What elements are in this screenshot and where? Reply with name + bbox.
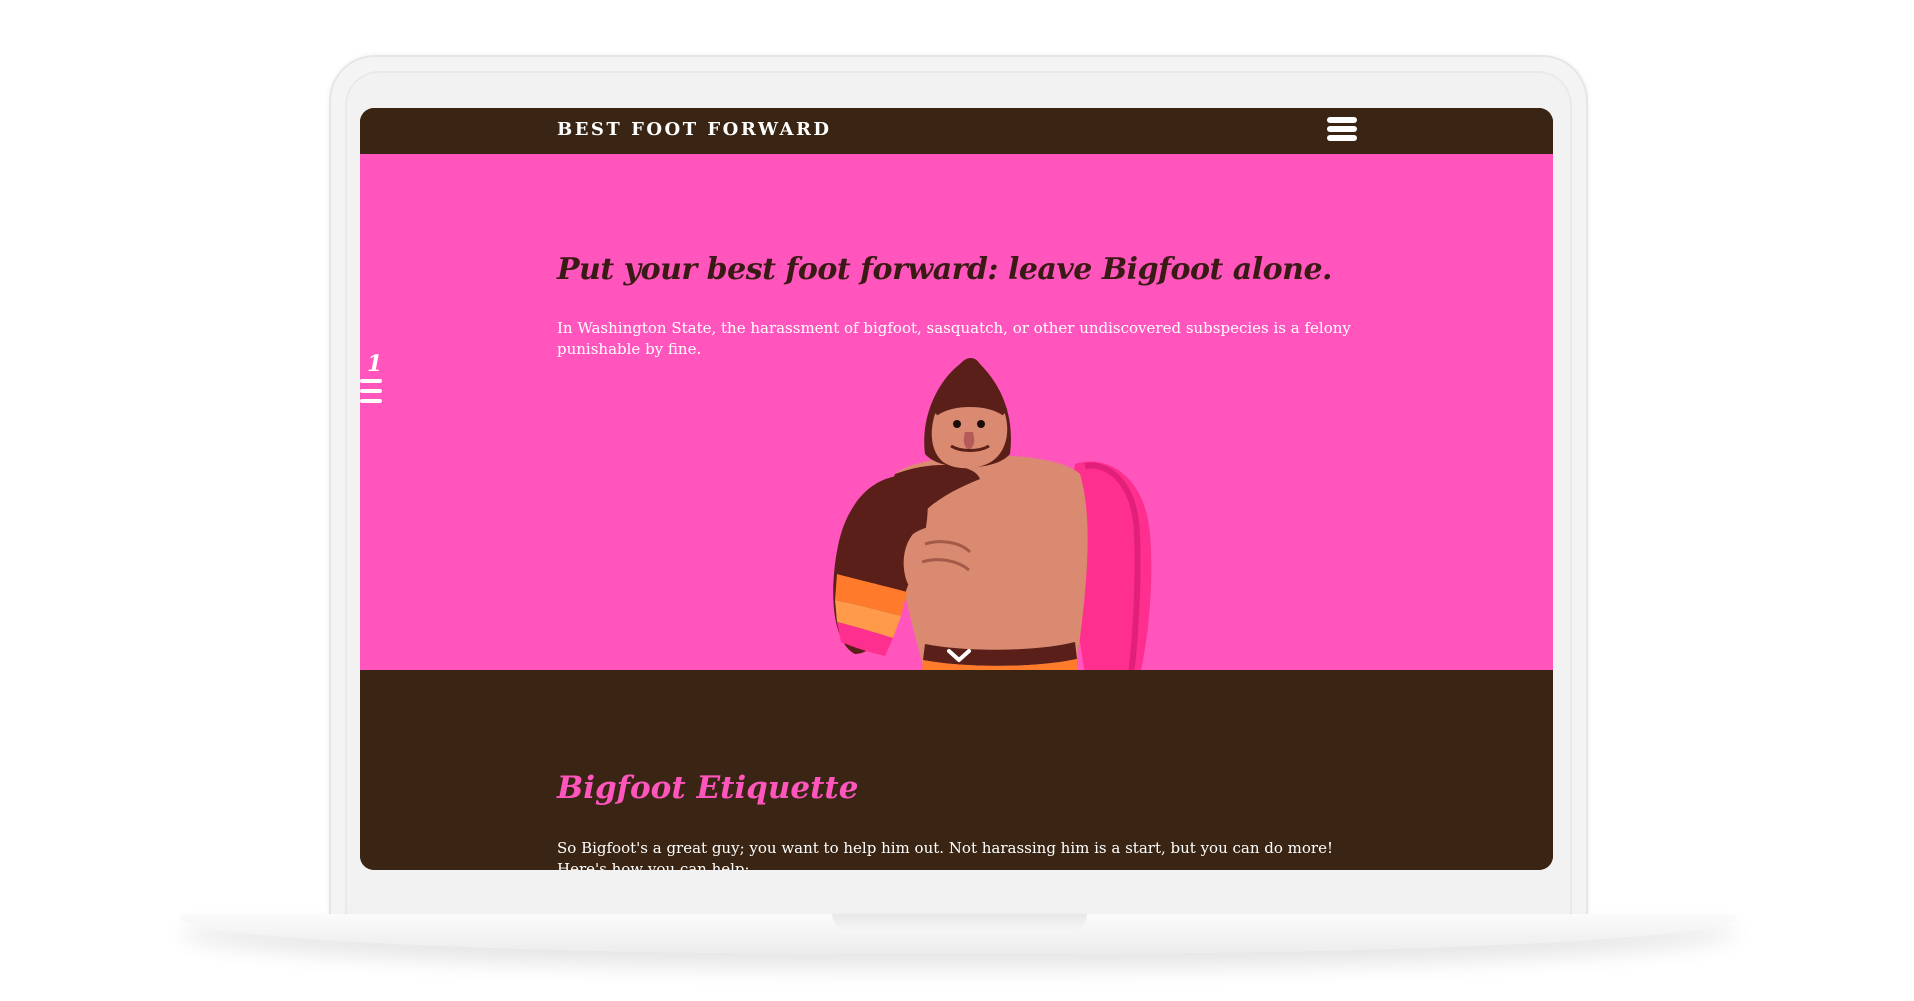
laptop-notch xyxy=(832,914,1087,932)
menu-line xyxy=(1327,117,1357,123)
list-lines-icon xyxy=(360,379,384,409)
page-number: 1 xyxy=(367,351,383,377)
menu-line xyxy=(1327,126,1357,132)
hero-title: Put your best foot forward: leave Bigfoo… xyxy=(557,252,1332,287)
bigfoot-clay-figure-image xyxy=(833,358,1152,670)
etiquette-section: Bigfoot Etiquette So Bigfoot's a great g… xyxy=(360,670,1553,870)
line xyxy=(360,379,382,383)
menu-line xyxy=(1327,135,1357,141)
laptop-screen: BEST FOOT FORWARD Put your best foot for… xyxy=(360,108,1553,870)
side-page-indicator[interactable]: 1 xyxy=(360,351,390,411)
hero-section: Put your best foot forward: leave Bigfoo… xyxy=(360,154,1553,670)
brand-logo-text[interactable]: BEST FOOT FORWARD xyxy=(557,119,832,140)
section-text: So Bigfoot's a great guy; you want to he… xyxy=(557,839,1334,870)
section-title: Bigfoot Etiquette xyxy=(557,770,859,806)
chevron-down-icon[interactable] xyxy=(945,647,973,665)
line xyxy=(360,389,382,393)
line xyxy=(360,399,382,403)
navbar: BEST FOOT FORWARD xyxy=(360,108,1553,154)
hamburger-menu-icon[interactable] xyxy=(1327,117,1359,145)
